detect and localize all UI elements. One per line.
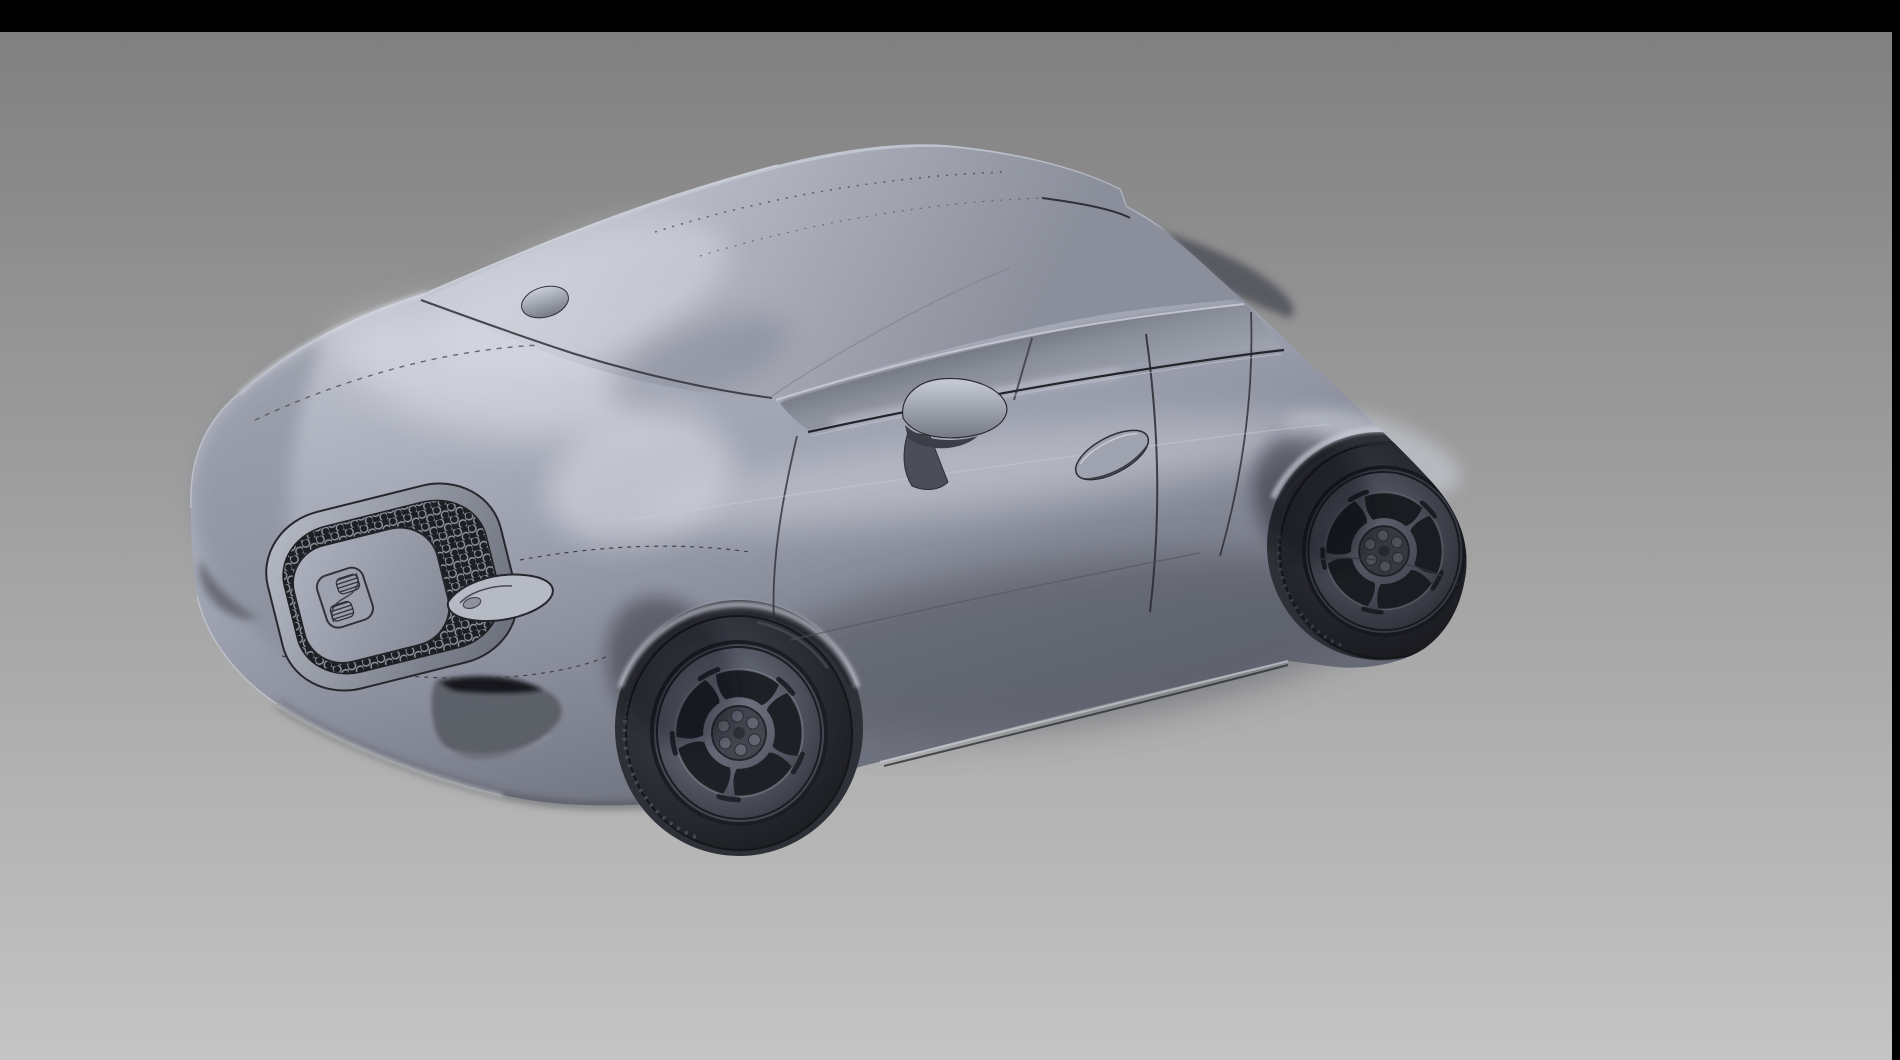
viewport-3d-canvas[interactable]: [0, 0, 1900, 1060]
render-screen: [0, 0, 1900, 1060]
letterbox-top-bar: [0, 0, 1900, 32]
letterbox-right-strip: [1892, 0, 1900, 1060]
